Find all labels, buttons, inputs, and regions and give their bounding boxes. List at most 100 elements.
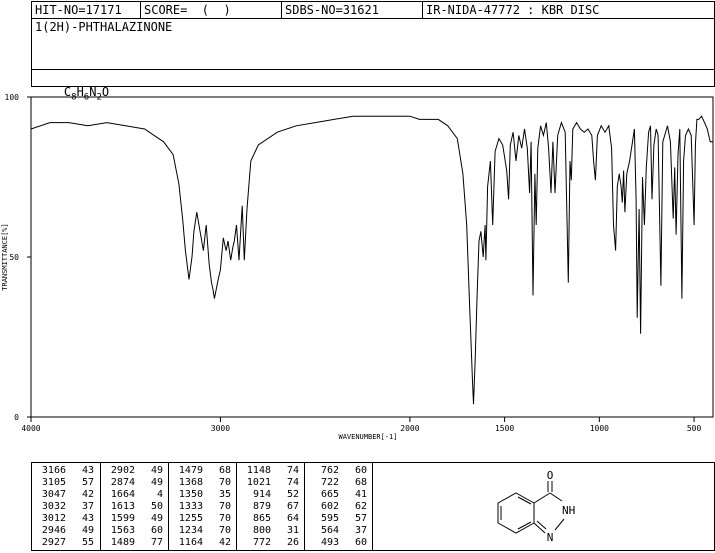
peak-wavenumber: 665: [320, 489, 339, 500]
peak-row: 772 26: [237, 537, 305, 549]
peak-wavenumber: 3047: [41, 489, 66, 500]
peak-transmittance: 60: [150, 525, 163, 536]
benzene-ring: [497, 492, 535, 534]
peak-row: 3012 43: [32, 513, 100, 525]
peak-row: 602 62: [305, 501, 373, 513]
peak-row: 800 31: [237, 525, 305, 537]
peak-transmittance: 68: [354, 477, 367, 488]
peak-wavenumber: 3166: [41, 465, 66, 476]
peak-row: 3032 37: [32, 501, 100, 513]
peak-column: 2902 49 2874 49 1664 4 1613 50 1599 49 1563 60 1489 7…: [100, 463, 168, 550]
peak-row: 3166 43: [32, 465, 100, 477]
peak-wavenumber: 3032: [41, 501, 66, 512]
peak-wavenumber: 1489: [110, 537, 135, 548]
peak-wavenumber: 1234: [178, 525, 203, 536]
peak-row: 1664 4: [101, 489, 169, 501]
x-axis-ticks: 4000 3000 2000 1500 1000 500: [21, 417, 701, 433]
peak-transmittance: 49: [150, 513, 163, 524]
x-tick-label: 2000: [400, 424, 419, 433]
peak-column: 1148 74 1021 74 914 52 879 67 865 64 800 31 772 26: [236, 463, 304, 550]
y-tick-label: 0: [14, 413, 19, 422]
peak-wavenumber: 493: [320, 537, 339, 548]
peak-transmittance: 42: [218, 537, 231, 548]
peak-wavenumber: 3105: [41, 477, 66, 488]
peak-column: 3166 43 3105 57 3047 42 3032 37 3012 43 2946 49 2927…: [32, 463, 100, 550]
atom-nitrogen: N: [547, 531, 554, 544]
peak-row: 1234 70: [169, 525, 237, 537]
peak-row: 1333 70: [169, 501, 237, 513]
peak-transmittance: 49: [150, 477, 163, 488]
peak-row: 2874 49: [101, 477, 169, 489]
peak-row: 1368 70: [169, 477, 237, 489]
ring-bond: [533, 522, 546, 534]
peak-row: 564 37: [305, 525, 373, 537]
peak-transmittance: 55: [81, 537, 94, 548]
peak-transmittance: 57: [354, 513, 367, 524]
structure-box: O NH N: [373, 462, 715, 551]
peak-transmittance: 43: [81, 465, 94, 476]
peak-transmittance: 43: [81, 513, 94, 524]
peak-wavenumber: 1350: [178, 489, 203, 500]
peak-row: 595 57: [305, 513, 373, 525]
peak-wavenumber: 1599: [110, 513, 135, 524]
peak-row: 3105 57: [32, 477, 100, 489]
peak-transmittance: 57: [81, 477, 94, 488]
peak-transmittance: 74: [286, 477, 299, 488]
peak-wavenumber: 865: [252, 513, 271, 524]
peak-column: 1479 68 1368 70 1350 35 1333 70 1255 70 1234 70 1164…: [168, 463, 236, 550]
peak-transmittance: 74: [286, 465, 299, 476]
peak-row: 2902 49: [101, 465, 169, 477]
y-tick-label: 50: [9, 253, 19, 262]
peak-transmittance: 26: [286, 537, 299, 548]
x-tick-label: 500: [687, 424, 702, 433]
x-axis-label: WAVENUMBER[-1]: [338, 433, 397, 441]
peak-wavenumber: 2902: [110, 465, 135, 476]
atom-nh: NH: [562, 504, 575, 517]
peak-wavenumber: 800: [252, 525, 271, 536]
peak-transmittance: 68: [218, 465, 231, 476]
peak-row: 1479 68: [169, 465, 237, 477]
peak-row: 1489 77: [101, 537, 169, 549]
peak-row: 1613 50: [101, 501, 169, 513]
peak-transmittance: 35: [218, 489, 231, 500]
peak-row: 1255 70: [169, 513, 237, 525]
peak-transmittance: 70: [218, 501, 231, 512]
x-tick-label: 1000: [590, 424, 609, 433]
peak-transmittance: 37: [81, 501, 94, 512]
x-tick-label: 4000: [21, 424, 40, 433]
peak-column: 762 60 722 68 665 41 602 62 595 57 564 37 493 60: [304, 463, 372, 550]
peak-transmittance: 70: [218, 513, 231, 524]
peak-wavenumber: 3012: [41, 513, 66, 524]
peak-row: 493 60: [305, 537, 373, 549]
peak-transmittance: 42: [81, 489, 94, 500]
peak-wavenumber: 879: [252, 501, 271, 512]
peak-wavenumber: 1479: [178, 465, 203, 476]
peak-row: 914 52: [237, 489, 305, 501]
peak-row: 722 68: [305, 477, 373, 489]
peak-row: 1021 74: [237, 477, 305, 489]
peak-transmittance: 77: [150, 537, 163, 548]
peak-transmittance: 70: [218, 525, 231, 536]
peak-wavenumber: 1368: [178, 477, 203, 488]
peak-row: 2927 55: [32, 537, 100, 549]
x-tick-label: 1500: [495, 424, 514, 433]
peak-wavenumber: 762: [320, 465, 339, 476]
peak-row: 3047 42: [32, 489, 100, 501]
ring-bond: [554, 518, 565, 531]
ring-bond: [549, 492, 563, 502]
peak-row: 762 60: [305, 465, 373, 477]
peak-row: 1148 74: [237, 465, 305, 477]
peak-row: 879 67: [237, 501, 305, 513]
peak-wavenumber: 1021: [246, 477, 271, 488]
peak-wavenumber: 1164: [178, 537, 203, 548]
peak-transmittance: 70: [218, 477, 231, 488]
peak-row: 865 64: [237, 513, 305, 525]
peak-transmittance: 67: [286, 501, 299, 512]
peak-row: 1599 49: [101, 513, 169, 525]
peak-transmittance: 49: [150, 465, 163, 476]
peak-transmittance: 41: [354, 489, 367, 500]
peak-transmittance: 52: [286, 489, 299, 500]
peak-transmittance: 50: [150, 501, 163, 512]
peak-transmittance: 62: [354, 501, 367, 512]
peak-row: 2946 49: [32, 525, 100, 537]
